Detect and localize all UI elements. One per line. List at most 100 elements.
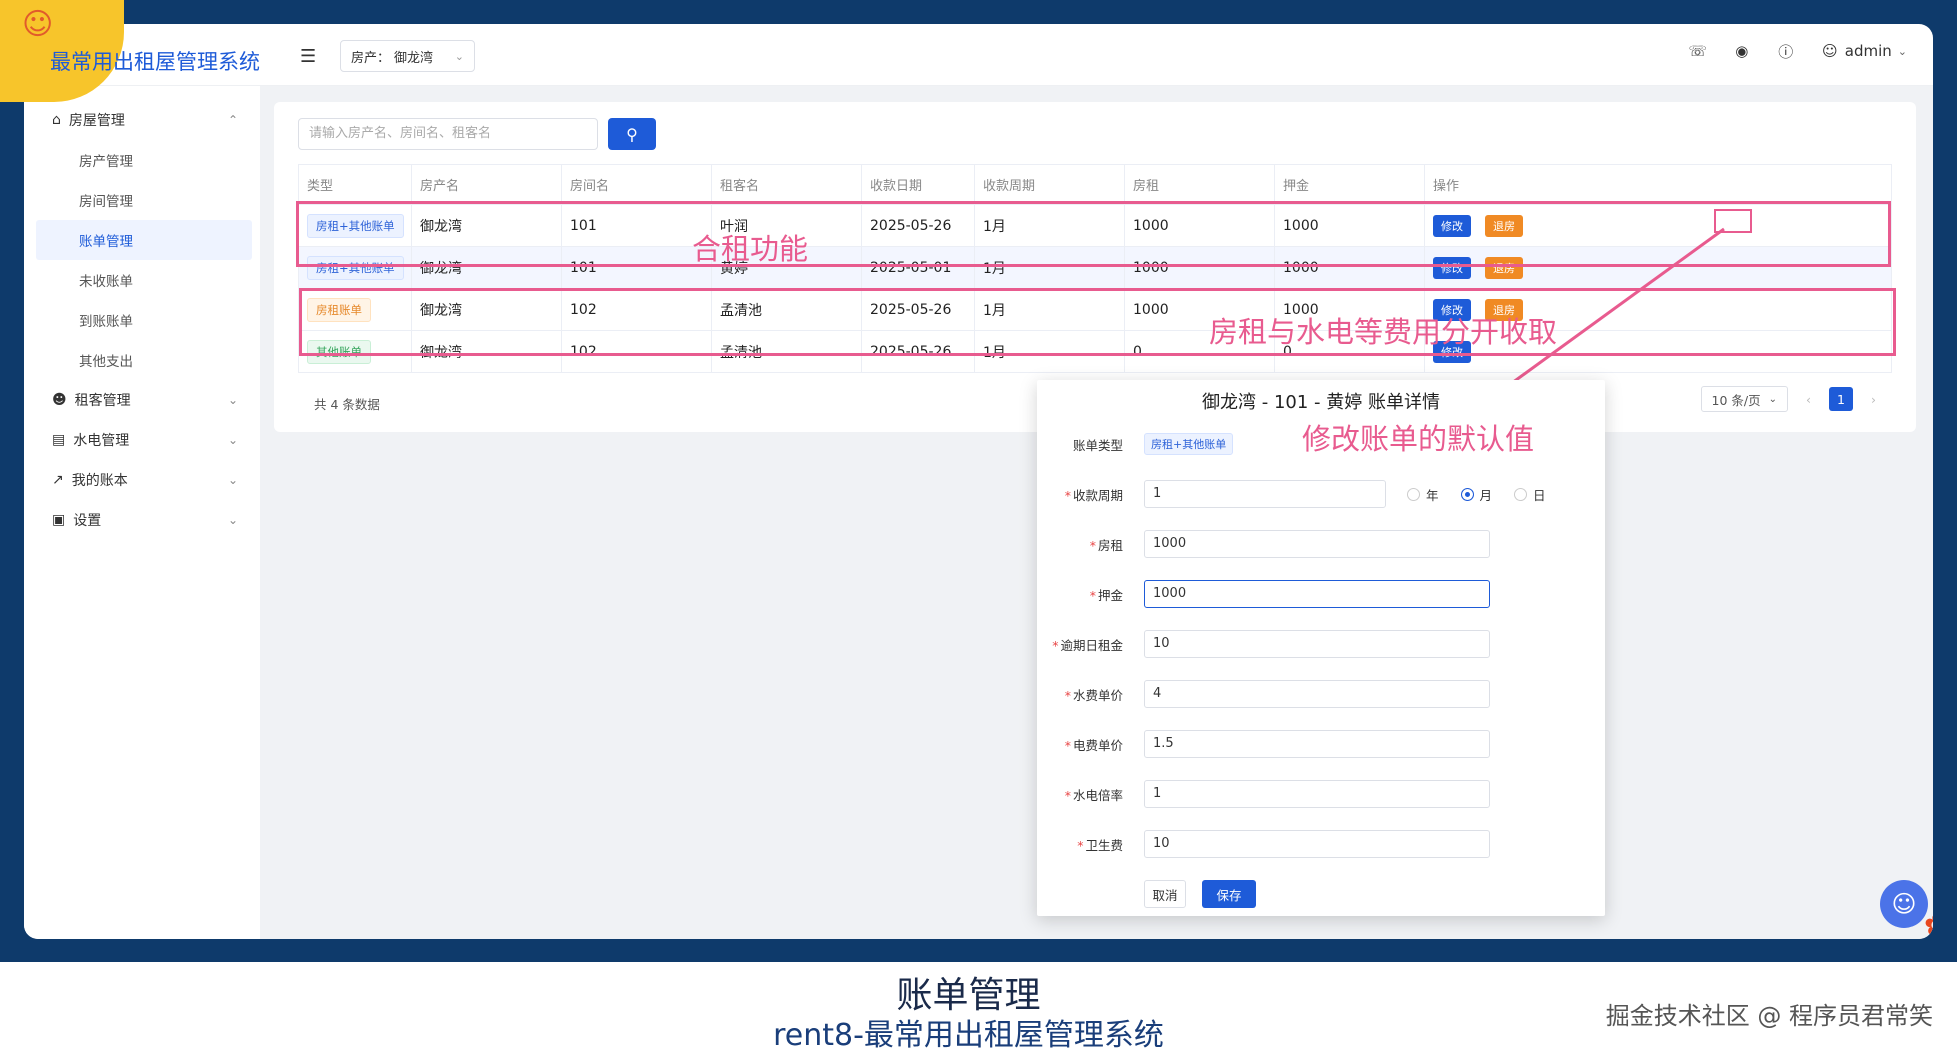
column-header: 房间名 xyxy=(561,164,712,205)
chevron-down-icon: ⌄ xyxy=(1897,44,1907,58)
bill-type-label: 账单类型 xyxy=(1072,437,1123,453)
meter-icon: ▤ xyxy=(52,432,66,448)
annotation-shared-rent: 合租功能 xyxy=(692,232,809,266)
radio-month[interactable]: 月 xyxy=(1460,485,1492,504)
cycle-input[interactable]: 1 xyxy=(1144,480,1386,508)
wechat-icon[interactable]: ☏ xyxy=(1688,42,1707,60)
sidebar-group-label: 房屋管理 xyxy=(68,113,125,129)
chevron-down-icon: ⌄ xyxy=(227,393,238,407)
chevron-down-icon: ⌄ xyxy=(227,513,238,527)
deposit-input[interactable]: 1000 xyxy=(1144,580,1490,608)
assistant-avatar-icon[interactable]: ☺ xyxy=(1880,880,1928,928)
line-chart-icon: ↗ xyxy=(52,472,64,488)
radio-year[interactable]: 年 xyxy=(1407,485,1439,504)
water-price-input[interactable]: 4 xyxy=(1144,680,1490,708)
sidebar-group-label: 水电管理 xyxy=(73,433,130,449)
rent-label: 房租 xyxy=(1097,537,1123,553)
monitor-icon: ▣ xyxy=(52,512,66,528)
electric-price-label: 电费单价 xyxy=(1072,737,1123,753)
sidebar-group-mybill[interactable]: ↗ 我的账本 ⌄ xyxy=(24,460,260,500)
sidebar-item-bills[interactable]: 账单管理 xyxy=(36,220,252,260)
form-row-cycle: * 收款周期 1 年 月 日 xyxy=(1037,480,1605,508)
sidebar: ⌂ 房屋管理 ⌃ 房产管理 房间管理 账单管理 未收账单 到账账单 其他支出 ☻… xyxy=(24,86,260,939)
multiplier-label: 水电倍率 xyxy=(1072,787,1123,803)
chevron-up-icon: ⌃ xyxy=(227,113,238,127)
chevron-down-icon: ⌄ xyxy=(454,49,464,63)
search-input[interactable]: 请输入房产名、房间名、租客名 xyxy=(298,118,598,150)
sidebar-item-room[interactable]: 房间管理 xyxy=(24,180,260,220)
annotation-box-split xyxy=(299,288,1896,356)
chevron-down-icon: ⌄ xyxy=(1768,393,1777,405)
caption-bar: 账单管理 rent8-最常用出租屋管理系统 掘金技术社区 @ 程序员君常笑 xyxy=(0,962,1957,1058)
annotation-box-edit xyxy=(1714,209,1752,233)
sanitation-label: 卫生费 xyxy=(1085,837,1123,853)
home-icon: ⌂ xyxy=(52,112,61,128)
property-select[interactable]: 房产： 御龙湾 ⌄ xyxy=(340,40,475,72)
sidebar-item-other-expense[interactable]: 其他支出 xyxy=(24,340,260,380)
user-menu[interactable]: ☺ admin ⌄ xyxy=(1821,42,1907,60)
column-header: 房租 xyxy=(1124,164,1275,205)
form-row-electric: * 电费单价 1.5 xyxy=(1037,730,1605,758)
top-bar: 最常用出租屋管理系统 ☰ 房产： 御龙湾 ⌄ ☏ ◉ ⓘ ☺ admin ⌄ xyxy=(24,24,1933,86)
top-icons: ☏ ◉ ⓘ ☺ admin ⌄ xyxy=(1688,42,1907,61)
menu-toggle-icon[interactable]: ☰ xyxy=(300,46,316,67)
save-button[interactable]: 保存 xyxy=(1202,880,1256,908)
bill-type-tag: 房租+其他账单 xyxy=(1144,433,1234,455)
user-avatar-icon: ☺ xyxy=(1821,42,1838,60)
electric-price-input[interactable]: 1.5 xyxy=(1144,730,1490,758)
sidebar-group-utility[interactable]: ▤ 水电管理 ⌄ xyxy=(24,420,260,460)
sidebar-item-received[interactable]: 到账账单 xyxy=(24,300,260,340)
annotation-box-shared xyxy=(296,201,1891,267)
search-button[interactable]: ⚲ xyxy=(608,118,656,150)
prev-page-icon[interactable]: ‹ xyxy=(1806,392,1811,407)
column-header: 押金 xyxy=(1274,164,1425,205)
rent-input[interactable]: 1000 xyxy=(1144,530,1490,558)
chevron-down-icon: ⌄ xyxy=(227,473,238,487)
next-page-icon[interactable]: › xyxy=(1871,392,1876,407)
pagination: 10 条/页 ⌄ ‹ 1 › xyxy=(1700,386,1876,412)
smiley-icon: ☺ xyxy=(22,7,54,42)
form-row-bill-type: 账单类型 房租+其他账单 xyxy=(1037,430,1605,458)
cycle-label: 收款周期 xyxy=(1072,487,1123,503)
column-header: 租客名 xyxy=(711,164,862,205)
chevron-down-icon: ⌄ xyxy=(227,433,238,447)
form-row-multiplier: * 水电倍率 1 xyxy=(1037,780,1605,808)
property-select-value: 御龙湾 xyxy=(394,50,434,66)
sidebar-group-label: 我的账本 xyxy=(71,473,128,489)
bill-detail-dialog: 御龙湾 - 101 - 黄婷 账单详情 修改账单的默认值 账单类型 房租+其他账… xyxy=(1037,380,1605,916)
annotation-split-fees: 房租与水电等费用分开收取 xyxy=(1209,315,1558,349)
sidebar-group-house[interactable]: ⌂ 房屋管理 ⌃ xyxy=(24,100,260,140)
total-count: 共 4 条数据 xyxy=(314,397,380,412)
sidebar-group-tenant[interactable]: ☻ 租客管理 ⌄ xyxy=(24,380,260,420)
sanitation-input[interactable]: 10 xyxy=(1144,830,1490,858)
help-icon[interactable]: ⓘ xyxy=(1777,42,1795,61)
sidebar-item-unpaid[interactable]: 未收账单 xyxy=(24,260,260,300)
table-header: 类型 房产名 房间名 租客名 收款日期 收款周期 房租 押金 操作 xyxy=(298,164,1892,205)
user-name: admin xyxy=(1844,42,1892,60)
github-icon[interactable]: ◉ xyxy=(1733,42,1751,60)
water-price-label: 水费单价 xyxy=(1072,687,1123,703)
multiplier-input[interactable]: 1 xyxy=(1144,780,1490,808)
radio-day[interactable]: 日 xyxy=(1514,485,1546,504)
search-icon: ⚲ xyxy=(626,124,638,144)
sidebar-group-label: 租客管理 xyxy=(74,393,131,409)
app-title: 最常用出租屋管理系统 xyxy=(50,50,260,74)
watermark: 掘金技术社区 @ 程序员君常笑 xyxy=(1605,1002,1933,1030)
column-header: 收款周期 xyxy=(974,164,1125,205)
page-number[interactable]: 1 xyxy=(1829,387,1853,411)
column-header: 房产名 xyxy=(411,164,562,205)
late-fee-input[interactable]: 10 xyxy=(1144,630,1490,658)
form-row-rent: * 房租 1000 xyxy=(1037,530,1605,558)
app-window: 最常用出租屋管理系统 ☰ 房产： 御龙湾 ⌄ ☏ ◉ ⓘ ☺ admin ⌄ ⌂… xyxy=(24,24,1933,939)
form-row-late-fee: * 逾期日租金 10 xyxy=(1037,630,1605,658)
sidebar-group-settings[interactable]: ▣ 设置 ⌄ xyxy=(24,500,260,540)
form-row-deposit: * 押金 1000 xyxy=(1037,580,1605,608)
page-size-select[interactable]: 10 条/页 ⌄ xyxy=(1700,386,1788,412)
cancel-button[interactable]: 取消 xyxy=(1144,880,1186,908)
sidebar-item-property[interactable]: 房产管理 xyxy=(24,140,260,180)
form-row-water: * 水费单价 4 xyxy=(1037,680,1605,708)
deposit-label: 押金 xyxy=(1097,587,1123,603)
column-header: 类型 xyxy=(298,164,412,205)
column-header: 收款日期 xyxy=(861,164,975,205)
late-fee-label: 逾期日租金 xyxy=(1060,637,1123,653)
